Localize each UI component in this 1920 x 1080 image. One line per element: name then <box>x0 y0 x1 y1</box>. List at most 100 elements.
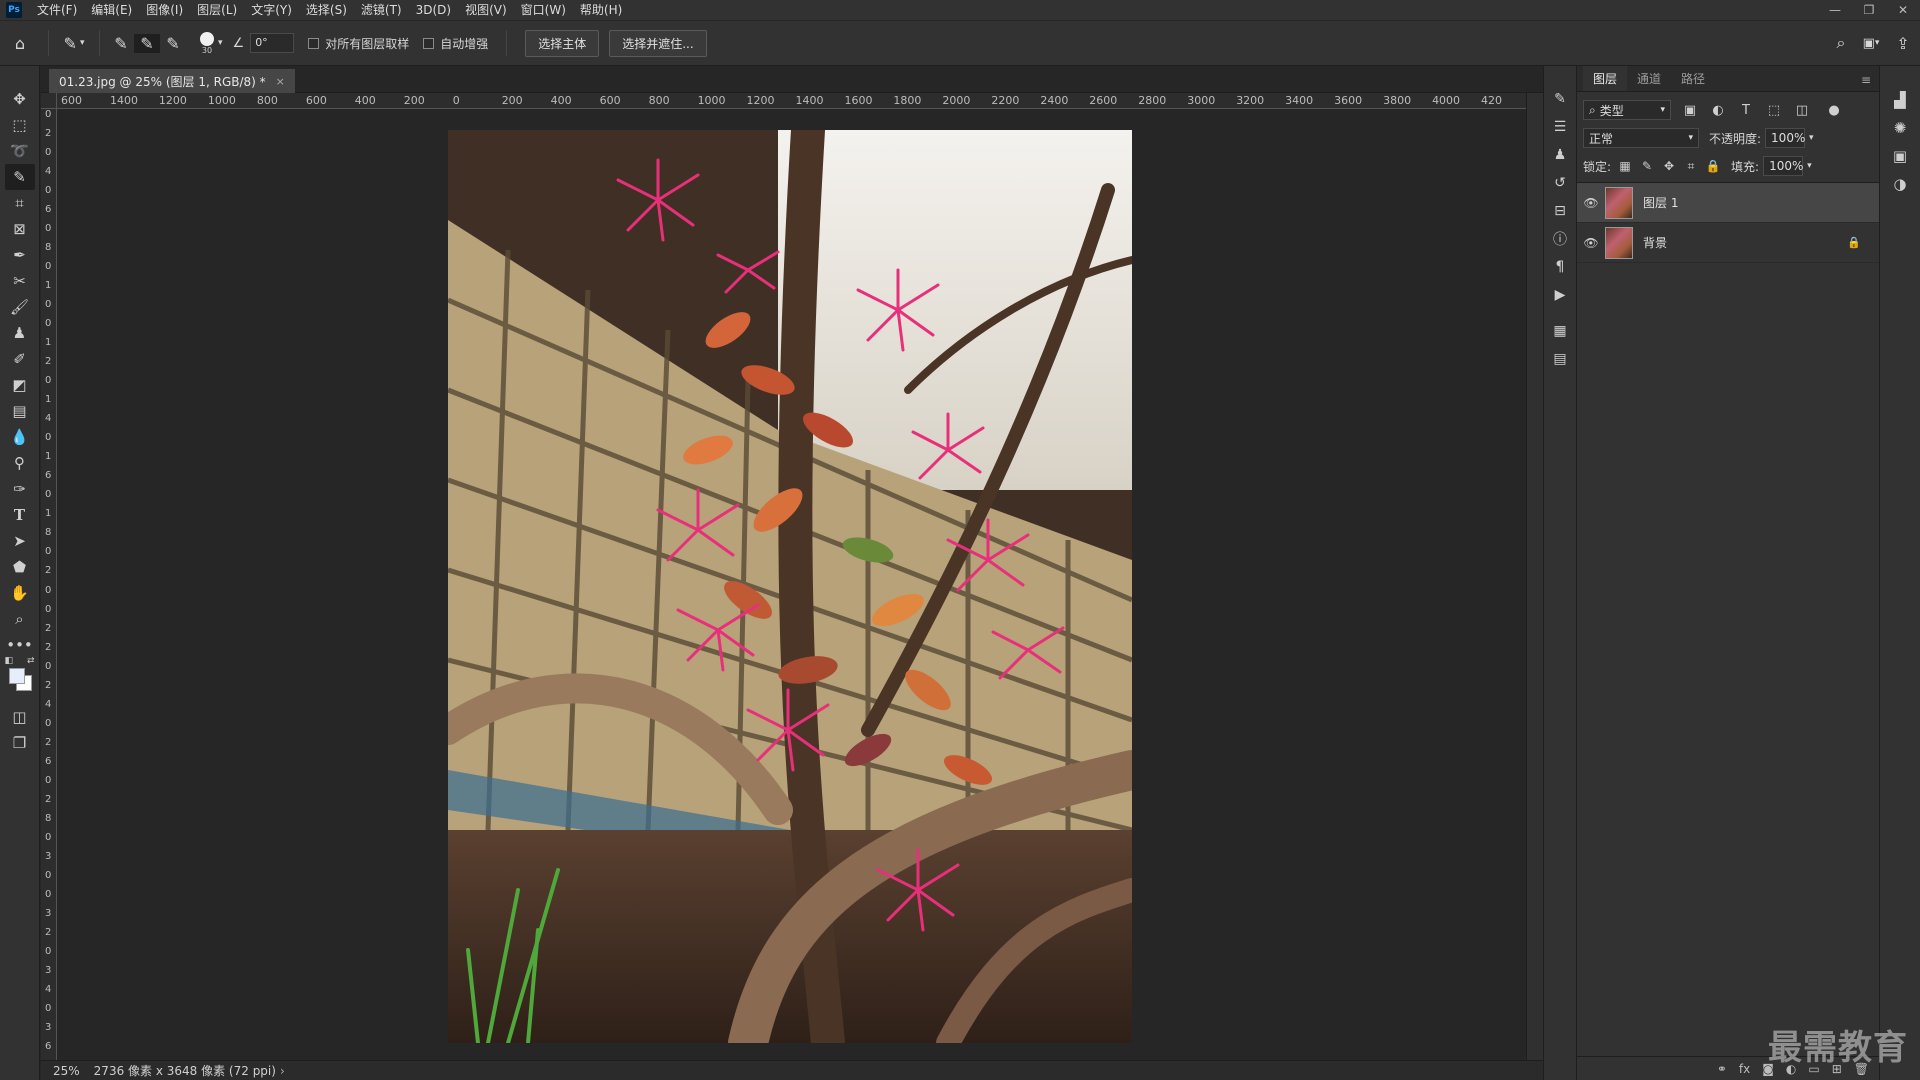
blend-mode-select[interactable]: 正常 ▾ <box>1583 128 1699 148</box>
foreground-color-swatch[interactable] <box>8 668 25 684</box>
select-subject-button[interactable]: 选择主体 <box>525 29 600 57</box>
menu-edit[interactable]: 编辑(E) <box>84 0 139 20</box>
adjustments-circle-icon[interactable]: ◑ <box>1886 170 1914 198</box>
properties-icon[interactable]: ⊟ <box>1547 198 1573 224</box>
eyedropper-tool-icon[interactable]: ✒ <box>5 242 35 268</box>
dodge-tool-icon[interactable]: ⚲ <box>5 450 35 476</box>
filter-toggle-icon[interactable]: ● <box>1825 103 1843 118</box>
tab-channels[interactable]: 通道 <box>1627 66 1671 91</box>
zoom-tool-icon[interactable]: ⌕ <box>5 606 35 632</box>
marquee-tool-icon[interactable]: ⬚ <box>5 112 35 138</box>
adjustment-filter-icon[interactable]: ◐ <box>1709 103 1727 118</box>
share-icon[interactable]: ⇪ <box>1886 34 1920 53</box>
shape-tool-icon[interactable]: ⬟ <box>5 554 35 580</box>
adjustments-icon[interactable]: ☰ <box>1547 114 1573 140</box>
default-colors-icon[interactable]: ◧ <box>5 656 14 666</box>
layer-filter-select[interactable]: ⌕ 类型 ▾ <box>1583 100 1671 120</box>
move-tool-icon[interactable]: ✥ <box>5 86 35 112</box>
glyphs-icon[interactable]: ¶ <box>1547 254 1573 280</box>
lock-artboard-icon[interactable]: ⌗ <box>1683 159 1699 174</box>
home-icon[interactable]: ⌂ <box>0 34 40 53</box>
more-tools-icon[interactable]: ••• <box>5 632 35 658</box>
brush-tool-icon[interactable]: 🖌 <box>5 294 35 320</box>
type-filter-icon[interactable]: T <box>1737 103 1755 118</box>
pen-tool-icon[interactable]: ✑ <box>5 476 35 502</box>
quick-selection-tool-icon[interactable]: ✎ <box>4 164 35 190</box>
select-and-mask-button[interactable]: 选择并遮住... <box>609 29 707 57</box>
lock-position-icon[interactable]: ✥ <box>1661 159 1677 173</box>
menu-3d[interactable]: 3D(D) <box>409 0 458 20</box>
menu-select[interactable]: 选择(S) <box>299 0 354 20</box>
chevron-down-icon[interactable]: ▾ <box>1807 161 1812 171</box>
path-selection-icon[interactable]: ➤ <box>5 528 35 554</box>
actions-play-icon[interactable]: ▶ <box>1547 282 1573 308</box>
libraries-icon[interactable]: ▦ <box>1547 318 1573 344</box>
close-icon[interactable]: × <box>276 75 285 88</box>
screen-mode-icon[interactable]: ❐ <box>5 730 35 756</box>
eye-icon[interactable]: 👁 <box>1577 236 1605 250</box>
close-window-button[interactable]: ✕ <box>1886 0 1920 20</box>
color-swatches[interactable]: ◧ ⇄ <box>5 656 35 698</box>
lock-icon[interactable]: 🔒 <box>1847 236 1861 249</box>
history-brush-icon[interactable]: ✐ <box>5 346 35 372</box>
menu-filter[interactable]: 滤镜(T) <box>354 0 409 20</box>
hand-tool-icon[interactable]: ✋ <box>5 580 35 606</box>
lasso-tool-icon[interactable]: ➰ <box>5 138 35 164</box>
subtract-selection-brush-icon[interactable]: ✎ <box>160 34 186 53</box>
document-image[interactable] <box>448 130 1132 1043</box>
clone-stamp-icon[interactable]: ♟ <box>5 320 35 346</box>
lock-all-icon[interactable]: 🔒 <box>1705 159 1721 173</box>
menu-help[interactable]: 帮助(H) <box>573 0 629 20</box>
panel-menu-icon[interactable]: ≡ <box>1861 73 1871 91</box>
menu-type[interactable]: 文字(Y) <box>244 0 299 20</box>
vertical-scrollbar[interactable] <box>1526 93 1543 1060</box>
crop-tool-icon[interactable]: ⌗ <box>5 190 35 216</box>
eye-icon[interactable]: 👁 <box>1577 196 1605 210</box>
menu-layer[interactable]: 图层(L) <box>190 0 244 20</box>
brush-settings-icon[interactable]: ✎ <box>1547 86 1573 112</box>
color-wheel-icon[interactable]: ✺ <box>1886 114 1914 142</box>
restore-button[interactable]: ❐ <box>1852 0 1886 20</box>
frame-tool-icon[interactable]: ⊠ <box>5 216 35 242</box>
auto-enhance-checkbox[interactable]: 自动增强 <box>423 35 488 52</box>
info-icon[interactable]: ⓘ <box>1547 226 1573 252</box>
blur-tool-icon[interactable]: 💧 <box>5 424 35 450</box>
canvas-area[interactable] <box>57 109 1526 1060</box>
gradient-tool-icon[interactable]: ▤ <box>5 398 35 424</box>
fill-input[interactable]: 100% <box>1763 156 1803 176</box>
angle-input[interactable]: 0° <box>250 33 295 53</box>
sample-all-layers-checkbox[interactable]: 对所有图层取样 <box>308 35 409 52</box>
histogram-icon[interactable]: ▟ <box>1886 86 1914 114</box>
layer-name[interactable]: 背景 <box>1643 234 1847 251</box>
healing-brush-icon[interactable]: ✂ <box>5 268 35 294</box>
layer-row[interactable]: 👁 背景 🔒 <box>1577 223 1879 263</box>
menu-view[interactable]: 视图(V) <box>458 0 514 20</box>
eraser-tool-icon[interactable]: ◩ <box>5 372 35 398</box>
layer-name[interactable]: 图层 1 <box>1643 194 1879 211</box>
smart-object-filter-icon[interactable]: ◫ <box>1793 103 1811 118</box>
notes-icon[interactable]: ▤ <box>1547 346 1573 372</box>
zoom-level[interactable]: 25% <box>53 1064 80 1078</box>
menu-window[interactable]: 窗口(W) <box>514 0 573 20</box>
opacity-input[interactable]: 100% <box>1765 128 1805 148</box>
search-icon[interactable]: ⌕ <box>1826 33 1856 53</box>
clone-source-icon[interactable]: ♟ <box>1547 142 1573 168</box>
link-layers-icon[interactable]: ⚭ <box>1717 1062 1727 1076</box>
document-tab[interactable]: 01.23.jpg @ 25% (图层 1, RGB/8) * × <box>49 69 295 93</box>
tab-paths[interactable]: 路径 <box>1671 66 1715 91</box>
chevron-down-icon[interactable]: ▾ <box>1809 133 1814 143</box>
layer-row[interactable]: 👁 图层 1 <box>1577 183 1879 223</box>
new-selection-brush-icon[interactable]: ✎ <box>108 34 134 53</box>
type-tool-icon[interactable]: T <box>5 502 35 528</box>
vertical-ruler[interactable]: 0 2 0 4 0 6 0 8 0 1 0 0 1 2 0 1 4 0 1 6 0 1 8 0 2 0 0 2 2 0 2 4 0 2 6 0 2 8 0 3… <box>41 109 57 1060</box>
workspace-icon[interactable]: ▣ ▾ <box>1856 36 1886 51</box>
menu-image[interactable]: 图像(I) <box>139 0 190 20</box>
history-icon[interactable]: ↺ <box>1547 170 1573 196</box>
pixel-filter-icon[interactable]: ▣ <box>1681 103 1699 118</box>
brush-size-picker[interactable]: 30 <box>200 31 214 55</box>
quick-mask-icon[interactable]: ◫ <box>5 704 35 730</box>
chevron-down-icon[interactable]: ▾ <box>218 38 223 48</box>
minimize-button[interactable]: — <box>1818 0 1852 20</box>
add-selection-brush-icon[interactable]: ✎ <box>134 33 160 53</box>
document-info[interactable]: 2736 像素 x 3648 像素 (72 ppi) <box>94 1062 276 1079</box>
